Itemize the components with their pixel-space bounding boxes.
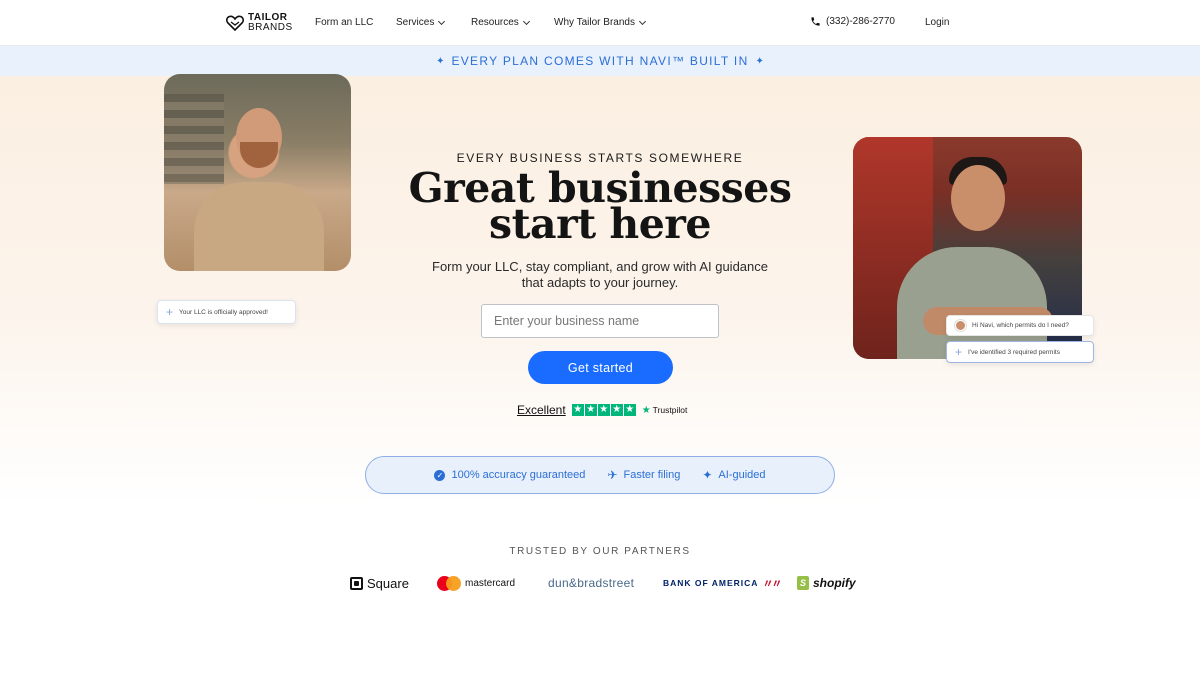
check-badge-icon: ✓: [434, 469, 446, 481]
top-nav: TAILOR BRANDS Form an LLC Services Resou…: [0, 0, 1200, 46]
logo-line2: BRANDS: [248, 22, 293, 33]
nav-link-services[interactable]: Services: [396, 17, 446, 28]
partner-name: Square: [367, 575, 409, 591]
phone-number: (332)-286-2770: [826, 16, 895, 27]
chip-text: I've identified 3 required permits: [968, 348, 1060, 356]
partner-name: shopify: [813, 576, 856, 590]
nav-link-why-tailor-brands[interactable]: Why Tailor Brands: [554, 17, 647, 28]
star-icon: ★: [571, 404, 584, 416]
phone-link[interactable]: (332)-286-2770: [810, 16, 895, 27]
nav-link-resources[interactable]: Resources: [471, 17, 530, 28]
mastercard-icon: [437, 575, 461, 591]
square-logo: Square: [350, 572, 409, 594]
star-icon: ★: [610, 404, 623, 416]
square-icon: [350, 576, 363, 590]
phone-icon: [811, 17, 820, 26]
chevron-down-icon: [438, 17, 446, 25]
nav-link-label: Why Tailor Brands: [554, 17, 635, 28]
feature-label: AI-guided: [718, 469, 766, 481]
nav-link-label: Form an LLC: [315, 17, 374, 28]
promo-banner[interactable]: ✦ EVERY PLAN COMES WITH NAVI™ BUILT IN ✦: [0, 46, 1200, 76]
feature-ai-guided: ✦ AI-guided: [702, 468, 765, 482]
star-icon: ★: [623, 404, 636, 416]
llc-approved-chip: + Your LLC is officially approved!: [157, 300, 296, 324]
shopping-bag-icon: S: [797, 576, 809, 590]
rating-stars: ★ ★ ★ ★ ★: [571, 404, 636, 416]
trustpilot-brand: Trustpilot: [652, 405, 688, 415]
feature-label: 100% accuracy guaranteed: [451, 469, 586, 481]
page-title: Great businesses start here: [0, 168, 1200, 248]
flag-icon: 〃〃: [762, 578, 782, 590]
partner-name: mastercard: [465, 577, 516, 589]
subtitle-line1: Form your LLC, stay compliant, and grow …: [432, 259, 768, 274]
star-icon: ★: [597, 404, 610, 416]
star-icon: ★: [584, 404, 597, 416]
bank-of-america-logo: BANK OF AMERICA 〃〃: [663, 572, 782, 594]
partner-name: dun&bradstreet: [548, 576, 635, 590]
chip-text: Hi Navi, which permits do I need?: [972, 322, 1069, 329]
navi-question-chip: Hi Navi, which permits do I need?: [946, 315, 1094, 336]
login-link[interactable]: Login: [925, 17, 949, 28]
features-pill: ✓ 100% accuracy guaranteed ✈ Faster fili…: [365, 456, 835, 494]
chip-text: Your LLC is officially approved!: [179, 308, 268, 316]
trustpilot-rating[interactable]: Excellent ★ ★ ★ ★ ★ ★ Trustpilot: [517, 403, 687, 417]
feature-accuracy: ✓ 100% accuracy guaranteed: [434, 469, 585, 481]
chevron-down-icon: [638, 17, 647, 25]
trustpilot-star-icon: ★: [641, 404, 651, 416]
sparkle-icon: ✦: [755, 55, 764, 67]
chevron-down-icon: [522, 17, 530, 25]
headline-line2: start here: [489, 200, 711, 248]
tailor-brands-logo[interactable]: TAILOR BRANDS: [226, 13, 293, 33]
nav-link-label: Services: [396, 17, 435, 28]
feature-label: Faster filing: [623, 469, 681, 481]
plane-icon: ✈: [607, 468, 618, 482]
mastercard-logo: mastercard: [437, 572, 515, 594]
trustpilot-logo: ★ Trustpilot: [642, 405, 688, 416]
hero-subtitle: Form your LLC, stay compliant, and grow …: [0, 259, 1200, 291]
feature-faster-filing: ✈ Faster filing: [607, 468, 680, 482]
partner-logos: Square mastercard dun&bradstreet BANK OF…: [0, 572, 1200, 594]
partner-name: BANK OF AMERICA: [663, 578, 759, 588]
sparkle-icon: +: [166, 305, 174, 319]
get-started-button[interactable]: Get started: [528, 351, 673, 384]
sparkle-icon: +: [955, 345, 963, 359]
subtitle-line2: that adapts to your journey.: [521, 275, 679, 290]
business-name-input[interactable]: [481, 304, 719, 338]
banner-text: EVERY PLAN COMES WITH NAVI™ BUILT IN: [451, 54, 749, 68]
rating-label: Excellent: [517, 403, 566, 417]
heart-logo-icon: [226, 15, 244, 31]
navi-answer-chip: + I've identified 3 required permits: [946, 341, 1094, 363]
shopify-logo: S shopify: [797, 572, 856, 594]
sparkle-icon: ✦: [436, 55, 445, 67]
avatar: [955, 320, 966, 331]
sparkle-icon: ✦: [702, 468, 713, 482]
hero-eyebrow: EVERY BUSINESS STARTS SOMEWHERE: [456, 151, 744, 165]
dun-bradstreet-logo: dun&bradstreet: [548, 572, 634, 594]
nav-link-label: Resources: [471, 17, 519, 28]
nav-link-form-llc[interactable]: Form an LLC: [315, 17, 373, 28]
partners-title: TRUSTED BY OUR PARTNERS: [509, 546, 691, 557]
